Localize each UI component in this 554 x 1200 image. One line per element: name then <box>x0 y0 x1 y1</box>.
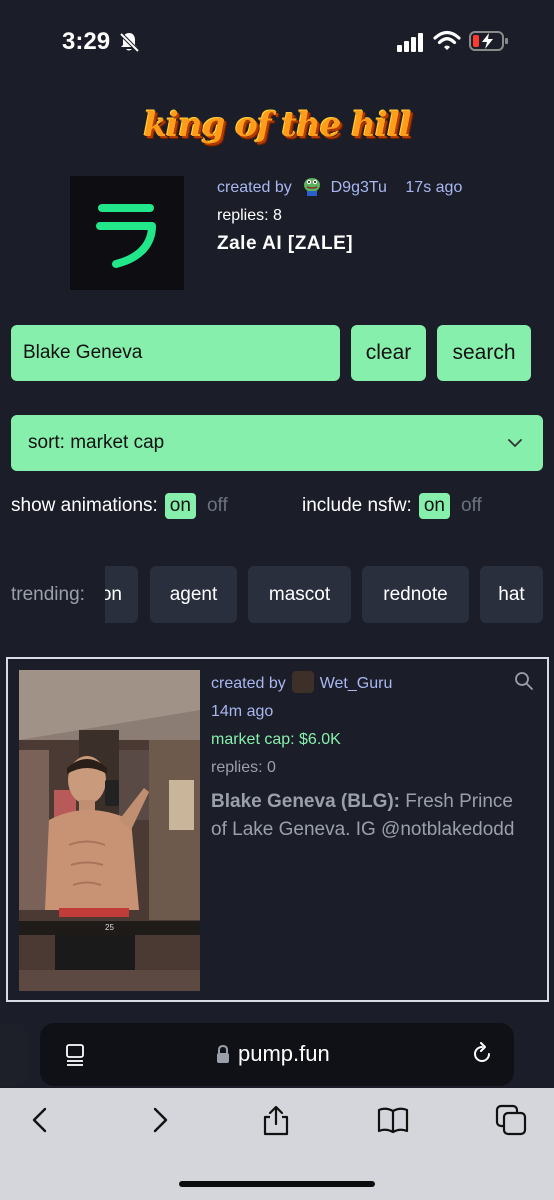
creator-name[interactable]: Wet_Guru <box>320 675 393 692</box>
trending-chip[interactable]: rednote <box>362 566 469 623</box>
animations-toggle: show animations: on off <box>11 493 228 519</box>
cellular-signal-icon <box>397 33 423 52</box>
search-button[interactable]: search <box>437 325 531 381</box>
trending-chip[interactable]: agent <box>150 566 237 623</box>
coin-photo <box>19 670 200 991</box>
silent-bell-icon <box>119 32 140 53</box>
nsfw-on-option[interactable]: on <box>418 493 450 519</box>
forward-icon[interactable] <box>144 1104 176 1136</box>
status-time: 3:29 <box>62 28 111 55</box>
time-ago: 14m ago <box>211 703 274 720</box>
king-of-the-hill-card[interactable]: created by D9g3Tu 17s ago replies: 8 Zal… <box>70 176 540 291</box>
coin-card[interactable]: 25 created by Wet_Guru 14m ago market cap… <box>6 657 549 1002</box>
coin-meta: created by Wet_Guru 14m ago market cap: $… <box>211 670 531 844</box>
animations-label: show animations: <box>11 495 158 516</box>
katakana-ra-logo-icon <box>96 204 156 268</box>
back-icon[interactable] <box>24 1104 56 1136</box>
lock-icon <box>217 1044 229 1063</box>
share-icon[interactable] <box>260 1104 292 1136</box>
image-caption: 25 <box>105 923 114 932</box>
chevron-down-icon <box>508 439 522 448</box>
clear-button[interactable]: clear <box>351 325 426 381</box>
token-name: Zale AI [ZALE] <box>217 233 354 254</box>
previous-tab-peek[interactable] <box>0 1023 28 1086</box>
animations-off-option[interactable]: off <box>207 495 228 517</box>
nsfw-label: include nsfw: <box>302 495 412 516</box>
trending-chip[interactable]: hat <box>480 566 543 623</box>
reply-count: replies: 0 <box>211 759 276 776</box>
time-ago: 17s ago <box>405 179 463 196</box>
animations-on-option[interactable]: on <box>164 493 196 519</box>
creator-avatar[interactable] <box>291 671 314 693</box>
search-input[interactable] <box>11 325 340 381</box>
creator-name[interactable]: D9g3Tu <box>331 179 387 196</box>
trending-label: trending: <box>11 584 85 605</box>
url-text[interactable]: pump.fun <box>238 1041 330 1067</box>
coin-description-block: Blake Geneva (BLG): Fresh Prince of Lake… <box>211 788 521 844</box>
home-indicator <box>179 1181 375 1187</box>
coin-image[interactable]: 25 <box>19 670 200 991</box>
nsfw-toggle: include nsfw: on off <box>302 493 482 519</box>
wifi-icon <box>433 30 461 50</box>
magnify-icon[interactable] <box>514 671 534 691</box>
coin-name: Blake Geneva (BLG): <box>211 791 400 812</box>
nsfw-off-option[interactable]: off <box>461 495 482 517</box>
page-menu-icon[interactable] <box>64 1043 86 1067</box>
reply-count: replies: 8 <box>217 207 282 224</box>
trending-chip[interactable]: on <box>105 566 138 623</box>
creator-line: created by D9g3Tu 17s ago <box>217 176 462 200</box>
tabs-icon[interactable] <box>495 1104 527 1136</box>
address-bar[interactable]: pump.fun <box>40 1023 514 1086</box>
status-bar: 3:29 <box>0 0 554 80</box>
sort-dropdown[interactable]: sort: market cap <box>11 415 543 471</box>
reload-icon[interactable] <box>470 1042 494 1066</box>
market-cap: market cap: $6.0K <box>211 731 341 748</box>
token-meta: created by D9g3Tu 17s ago replies: 8 <box>217 176 462 228</box>
creator-line: created by Wet_Guru <box>211 670 531 698</box>
created-by-label: created by <box>211 675 286 692</box>
token-logo <box>70 176 184 290</box>
trending-chip[interactable]: mascot <box>248 566 351 623</box>
created-by-label: created by <box>217 179 292 196</box>
battery-charging-icon <box>469 31 508 51</box>
king-of-the-hill-title: king of the hill <box>143 105 411 145</box>
bookmarks-icon[interactable] <box>377 1104 409 1136</box>
sort-label: sort: market cap <box>28 432 165 453</box>
trending-chips[interactable]: on agent mascot rednote hat <box>105 566 554 623</box>
creator-avatar[interactable] <box>302 176 322 196</box>
